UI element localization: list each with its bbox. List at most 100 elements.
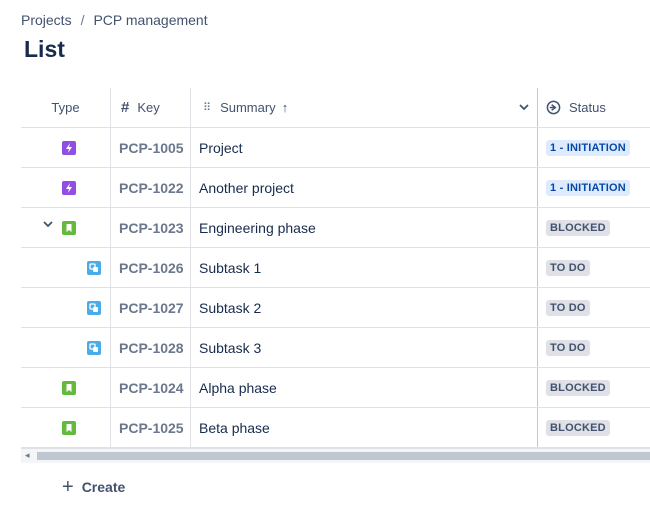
type-cell [21, 288, 111, 327]
type-cell [21, 368, 111, 407]
issue-summary[interactable]: Another project [191, 168, 538, 207]
table-row[interactable]: PCP-1022 Another project 1 - INITIATION [21, 168, 650, 208]
issue-key[interactable]: PCP-1027 [111, 288, 191, 327]
issue-summary-text: Subtask 3 [199, 339, 262, 356]
status-cell[interactable]: TO DO [538, 328, 650, 367]
header-type-label: Type [51, 100, 80, 115]
issue-key[interactable]: PCP-1026 [111, 248, 191, 287]
issue-key[interactable]: PCP-1005 [111, 128, 191, 167]
epic-icon [62, 181, 76, 195]
epic-icon [62, 141, 76, 155]
breadcrumb-separator: / [80, 12, 85, 28]
issue-summary[interactable]: Subtask 3 [191, 328, 538, 367]
status-badge[interactable]: BLOCKED [546, 419, 610, 436]
issue-key-text: PCP-1026 [119, 259, 184, 276]
issue-key[interactable]: PCP-1022 [111, 168, 191, 207]
text-fields-icon: ⠿ [203, 102, 211, 114]
issue-key[interactable]: PCP-1024 [111, 368, 191, 407]
subtask-icon [87, 261, 101, 275]
issue-key[interactable]: PCP-1023 [111, 208, 191, 247]
issue-key-text: PCP-1022 [119, 179, 184, 196]
header-summary-label: Summary [220, 100, 276, 115]
status-cell[interactable]: 1 - INITIATION [538, 128, 650, 167]
subtask-icon [87, 341, 101, 355]
status-cell[interactable]: TO DO [538, 288, 650, 327]
chevron-down-icon[interactable] [519, 100, 529, 115]
issue-summary[interactable]: Beta phase [191, 408, 538, 447]
breadcrumb-project[interactable]: PCP management [93, 12, 207, 28]
issue-key-text: PCP-1023 [119, 219, 184, 236]
table-row[interactable]: PCP-1025 Beta phase BLOCKED [21, 408, 650, 448]
header-type[interactable]: Type [21, 88, 111, 127]
status-badge[interactable]: 1 - INITIATION [546, 179, 630, 196]
issue-key-text: PCP-1025 [119, 419, 184, 436]
header-summary[interactable]: ⠿ Summary ↑ [191, 88, 538, 127]
status-cell[interactable]: TO DO [538, 248, 650, 287]
breadcrumb: Projects / PCP management [21, 12, 208, 28]
table-row[interactable]: PCP-1023 Engineering phase BLOCKED [21, 208, 650, 248]
issue-summary-text: Engineering phase [199, 219, 316, 236]
type-cell [21, 328, 111, 367]
create-button[interactable]: + Create [62, 477, 125, 497]
issue-summary-text: Project [199, 139, 243, 156]
status-badge[interactable]: BLOCKED [546, 219, 610, 236]
type-cell [21, 208, 111, 247]
table-row[interactable]: PCP-1027 Subtask 2 TO DO [21, 288, 650, 328]
issue-summary-text: Alpha phase [199, 379, 277, 396]
issue-summary-text: Another project [199, 179, 294, 196]
status-badge[interactable]: 1 - INITIATION [546, 139, 630, 156]
status-badge[interactable]: TO DO [546, 299, 590, 316]
table-row[interactable]: PCP-1024 Alpha phase BLOCKED [21, 368, 650, 408]
type-cell [21, 128, 111, 167]
issue-summary-text: Subtask 2 [199, 299, 262, 316]
table-body: PCP-1005 Project 1 - INITIATION PCP-1022… [21, 128, 650, 448]
header-key[interactable]: # Key [111, 88, 191, 127]
table-header: Type # Key ⠿ Summary ↑ Status [21, 88, 650, 128]
header-key-label: Key [137, 100, 160, 115]
issue-summary[interactable]: Alpha phase [191, 368, 538, 407]
breadcrumb-projects[interactable]: Projects [21, 12, 72, 28]
header-status-label: Status [569, 100, 606, 115]
type-cell [21, 168, 111, 207]
page-title: List [24, 36, 65, 62]
issue-key[interactable]: PCP-1025 [111, 408, 191, 447]
issue-key-text: PCP-1024 [119, 379, 184, 396]
status-badge[interactable]: BLOCKED [546, 379, 610, 396]
sort-ascending-icon[interactable]: ↑ [282, 100, 289, 115]
table-row[interactable]: PCP-1005 Project 1 - INITIATION [21, 128, 650, 168]
issue-summary[interactable]: Subtask 1 [191, 248, 538, 287]
create-label: Create [81, 479, 126, 495]
status-cell[interactable]: BLOCKED [538, 408, 650, 447]
story-icon [62, 421, 76, 435]
plus-icon: + [62, 476, 74, 498]
issue-key-text: PCP-1027 [119, 299, 184, 316]
status-cell[interactable]: 1 - INITIATION [538, 168, 650, 207]
issue-summary[interactable]: Project [191, 128, 538, 167]
scrollbar-thumb[interactable] [37, 452, 650, 460]
issue-summary-text: Subtask 1 [199, 259, 262, 276]
issue-key-text: PCP-1005 [119, 139, 184, 156]
status-cell[interactable]: BLOCKED [538, 208, 650, 247]
issue-summary[interactable]: Subtask 2 [191, 288, 538, 327]
issue-key-text: PCP-1028 [119, 339, 184, 356]
issue-key[interactable]: PCP-1028 [111, 328, 191, 367]
header-status[interactable]: Status [538, 88, 650, 127]
chevron-down-icon[interactable] [43, 218, 53, 232]
table-row[interactable]: PCP-1028 Subtask 3 TO DO [21, 328, 650, 368]
subtask-icon [87, 301, 101, 315]
hash-icon: # [121, 99, 130, 116]
issue-summary[interactable]: Engineering phase [191, 208, 538, 247]
status-badge[interactable]: TO DO [546, 259, 590, 276]
story-icon [62, 381, 76, 395]
type-cell [21, 248, 111, 287]
status-circle-icon [546, 100, 561, 115]
story-icon [62, 221, 76, 235]
table-row[interactable]: PCP-1026 Subtask 1 TO DO [21, 248, 650, 288]
horizontal-scrollbar[interactable]: ◂ [21, 448, 650, 463]
status-badge[interactable]: TO DO [546, 339, 590, 356]
scroll-left-icon[interactable]: ◂ [25, 450, 30, 461]
issue-table: Type # Key ⠿ Summary ↑ Status PCP-1005 P… [21, 88, 650, 448]
status-cell[interactable]: BLOCKED [538, 368, 650, 407]
issue-summary-text: Beta phase [199, 419, 270, 436]
type-cell [21, 408, 111, 447]
